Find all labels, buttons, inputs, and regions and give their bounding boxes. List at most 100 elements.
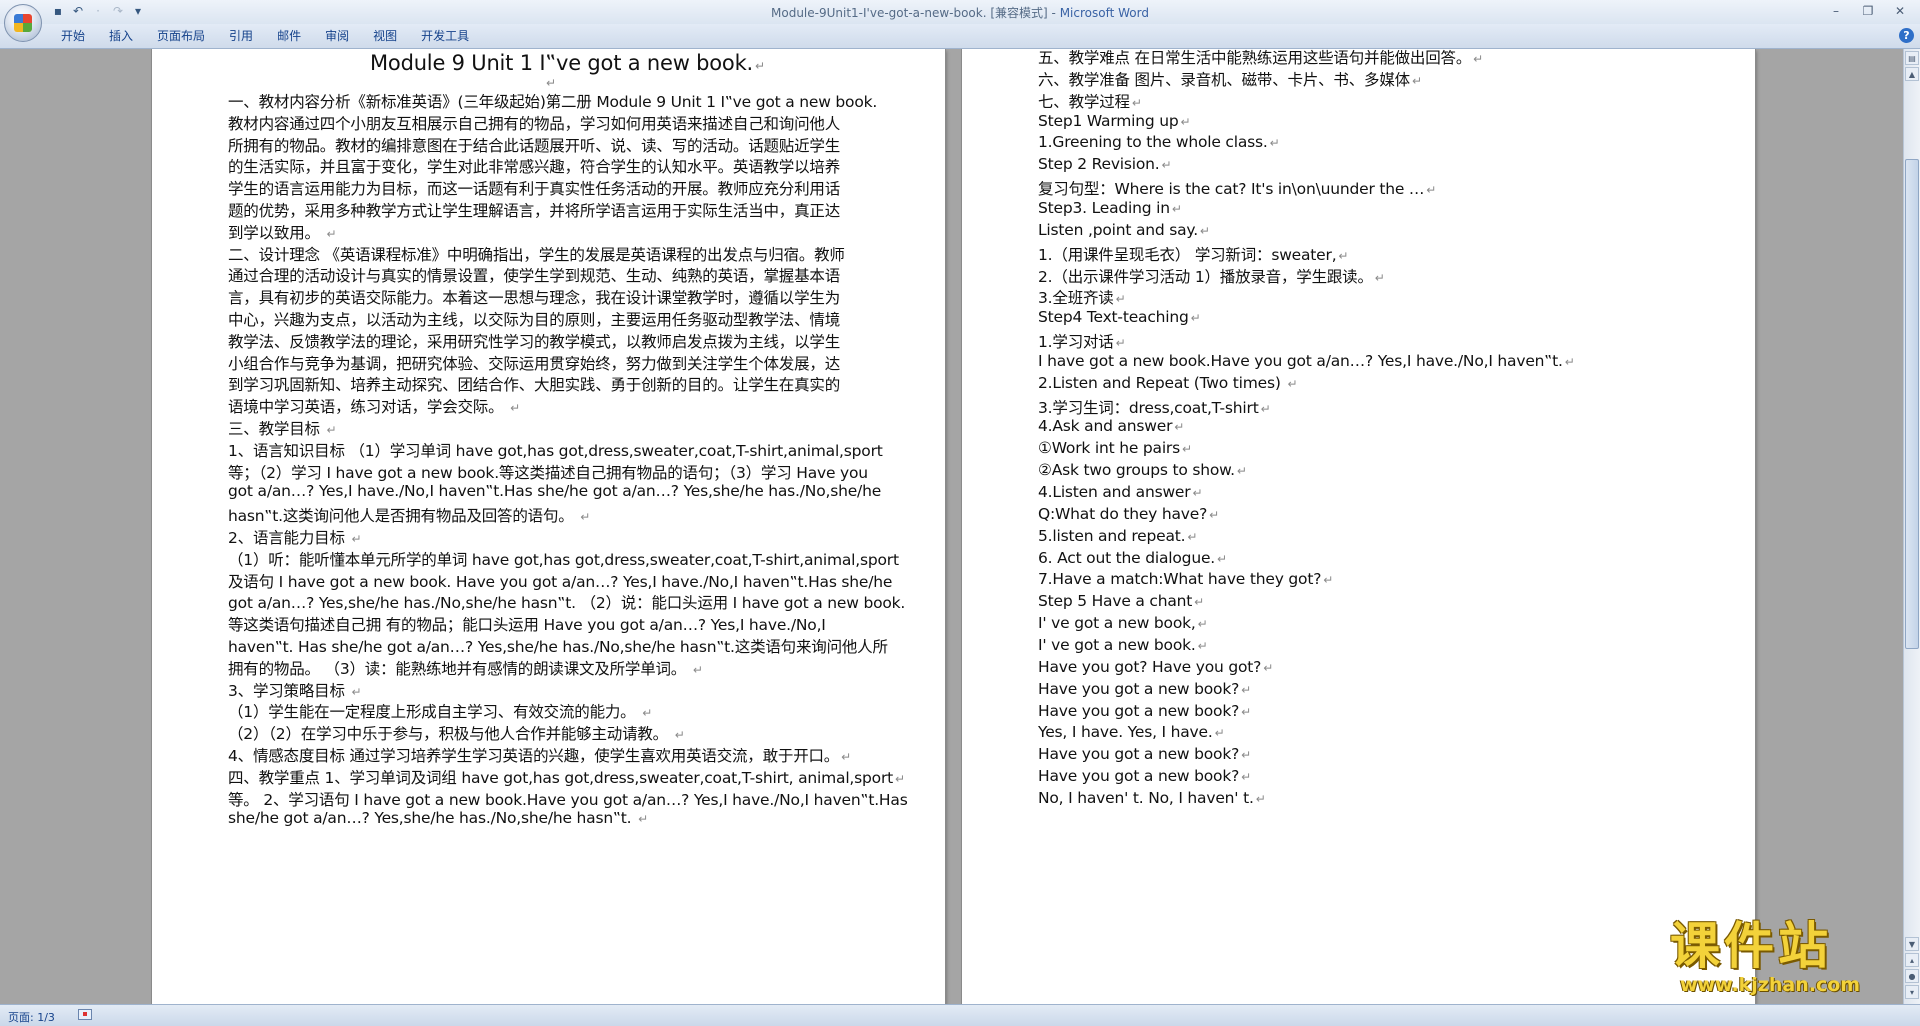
close-icon[interactable]: ✕ [1886,2,1914,20]
line-text: 2.（出示课件学习活动 1）播放录音，学生跟读。 [1038,267,1373,286]
line-text: Have you got a new book? [1038,767,1240,786]
paragraph-mark-icon: ↵ [1236,464,1247,479]
document-line: 6. Act out the dialogue. ↵ [1038,549,1227,567]
document-line: 到学习巩固新知、培养主动探究、团结合作、大胆实践、勇于创新的目的。让学生在真实的 [228,373,840,395]
title-bar: ▪ ↶ · ↷ ▾ Module-9Unit1-I've-got-a-new-book.… [0,0,1920,42]
paragraph-mark-icon: ↵ [326,423,337,437]
line-text: 1、语言知识目标 （1）学习单词 have got,has got,dress,… [228,441,883,460]
document-line: 所拥有的物品。教材的编排意图在于结合此话题展开听、说、读、写的活动。话题贴近学生 [228,134,840,156]
paragraph-mark-icon: ↵ [1197,638,1208,653]
document-page-2[interactable]: 五、教学难点 在日常生活中能熟练运用这些语句并能做出回答。 ↵ 六、教学准备 图片、… [962,49,1755,1004]
line-text: 一、教材内容分析《新标准英语》(三年级起始)第二册 Module 9 Unit … [228,93,878,111]
line-text: 语境中学习英语，练习对话，学会交际。 [228,398,509,417]
scroll-up-icon[interactable]: ▲ [1905,67,1919,81]
document-line: 5.listen and repeat. ↵ [1038,527,1197,545]
scrollbar-thumb[interactable] [1905,159,1919,649]
paragraph-mark-icon: ↵ [1174,420,1185,435]
paragraph-mark-icon: ↵ [1192,486,1203,500]
line-text: 教学法、反馈教学法的理论，采用研究性学习的教学模式，以教师启发点拨为主线，以学生 [228,332,841,351]
minimize-icon[interactable]: – [1822,2,1850,20]
paragraph-mark-icon: ↵ [1564,354,1575,369]
paragraph-mark-icon: ↵ [1199,223,1210,238]
line-text: 及语句 I have got a new book. Have you got … [228,572,893,591]
document-line: ↵ [544,73,556,91]
paragraph-mark-icon: ↵ [1269,136,1280,151]
document-line: 4.Ask and answer ↵ [1038,417,1184,435]
paragraph-mark-icon: ↵ [1323,573,1334,588]
paragraph-mark-icon: ↵ [510,401,520,416]
document-line: Module 9 Unit 1 I‟ve got a new book. ↵ [370,51,765,75]
maximize-icon[interactable]: ❐ [1854,2,1882,20]
document-line: hasn‟t.这类询问他人是否拥有物品及回答的语句。 ↵ [228,504,590,526]
paragraph-mark-icon: ↵ [1411,73,1422,88]
document-line: 四、教学重点 1、学习单词及词组 have got,has got,dress,… [228,766,905,788]
line-text: 五、教学难点 在日常生活中能熟练运用这些语句并能做出回答。 [1038,49,1472,67]
vertical-scrollbar[interactable]: ▤ ▲ ▼ ▴ ● ▾ [1903,49,1920,1004]
line-text: 六、教学准备 图片、录音机、磁带、卡片、书、多媒体 [1038,70,1410,89]
document-line: Step1 Warming up ↵ [1038,111,1191,130]
document-line: haven‟t. Has she/he got a/an…? Yes,she/h… [228,635,888,657]
line-text: 3.全班齐读 [1038,289,1114,308]
line-text: 七、教学过程 [1038,92,1130,111]
document-line: （1）听：能听懂本单元所学的单词 have got,has got,dress,… [228,548,899,570]
paragraph-mark-icon: ↵ [1214,726,1225,741]
paragraph-mark-icon: ↵ [1241,682,1251,697]
line-text: I' ve got a new book, [1038,614,1196,633]
document-line: 1.（用课件呈现毛衣） 学习新词：sweater, ↵ [1038,243,1348,265]
document-line: 的生活实际，并且富于变化，学生对此非常感兴趣，符合学生的认知水平。英语教学以培养 [228,155,840,177]
document-line: Have you got a new book? ↵ [1038,680,1251,698]
office-button[interactable] [4,4,42,42]
line-text: 1.Greening to the whole class. [1038,133,1268,152]
line-text: 四、教学重点 1、学习单词及词组 have got,has got,dress,… [228,768,893,787]
line-text: ②Ask two groups to show. [1038,461,1235,480]
page-indicator[interactable]: 页面: 1/3 [8,1009,55,1025]
paragraph-mark-icon: ↵ [1217,551,1227,566]
line-text: Module 9 Unit 1 I‟ve got a new book. [370,51,754,75]
paragraph-mark-icon: ↵ [1115,292,1126,307]
paragraph-mark-icon: ↵ [1287,376,1298,391]
window-title: Module-9Unit1-I've-got-a-new-book. [兼容模式… [0,4,1920,21]
document-line: I have got a new book.Have you got a/an…… [1038,352,1575,370]
paragraph-mark-icon: ↵ [692,662,703,677]
line-text: 等。 2、学习语句 I have got a new book.Have you… [228,790,908,809]
ribbon-tab[interactable]: 开发工具 [409,24,481,48]
line-text: 的生活实际，并且富于变化，学生对此非常感兴趣，符合学生的认知水平。英语教学以培养 [228,158,841,177]
ruler-toggle-icon[interactable]: ▤ [1905,51,1919,65]
line-text: Have you got a new book? [1038,701,1240,720]
line-text: 3.学习生词：dress,coat,T-shirt [1038,398,1259,417]
paragraph-mark-icon: ↵ [1255,791,1266,806]
document-line: 复习句型：Where is the cat? It's in\on\uunder… [1038,177,1436,199]
help-icon[interactable]: ? [1899,28,1914,43]
proofing-icon[interactable] [78,1009,92,1020]
watermark-logo-text: 课件站 [1670,917,1832,975]
paragraph-mark-icon: ↵ [351,532,362,546]
line-text: Step3. Leading in [1038,198,1170,217]
ribbon-tabs: 开始 插入 页面布局 引用 邮件 审阅 视图 开发工具 [54,24,481,48]
paragraph-mark-icon: ↵ [351,684,362,699]
ribbon-tab[interactable]: 审阅 [313,24,361,48]
paragraph-mark-icon: ↵ [1473,52,1483,66]
paragraph-mark-icon: ↵ [1241,770,1251,785]
line-text: 3、学习策略目标 [228,681,350,700]
ribbon-tab[interactable]: 插入 [97,24,145,48]
document-title: Module-9Unit1-I've-got-a-new-book. [兼容模式… [771,6,1060,20]
document-page-1[interactable]: Module 9 Unit 1 I‟ve got a new book. ↵ ↵ 一、… [152,49,945,1004]
document-line: 二、设计理念 《英语课程标准》中明确指出，学生的发展是英语课程的出发点与归宿。教… [228,243,845,265]
ribbon-tab[interactable]: 邮件 [265,24,313,48]
line-text: Yes, I have. Yes, I have. [1038,723,1213,742]
line-text: 二、设计理念 《英语课程标准》中明确指出，学生的发展是英语课程的出发点与归宿。教… [228,245,845,264]
document-line: 五、教学难点 在日常生活中能熟练运用这些语句并能做出回答。 ↵ [1038,49,1483,68]
line-text: 1.（用课件呈现毛衣） 学习新词：sweater, [1038,245,1337,264]
line-text: Step 5 Have a chant [1038,592,1193,611]
line-text: Step1 Warming up [1038,111,1179,130]
document-line: 3.全班齐读 ↵ [1038,286,1126,308]
line-text: 4、情感态度目标 通过学习培养学生学习英语的兴趣，使学生喜欢用英语交流，敢于开口… [228,747,840,765]
ribbon-tab[interactable]: 开始 [54,24,97,48]
paragraph-mark-icon: ↵ [1182,442,1192,457]
ribbon-tab[interactable]: 页面布局 [145,24,217,48]
window-controls: – ❐ ✕ [1822,2,1914,20]
document-line: 教材内容通过四个小朋友互相展示自己拥有的物品，学习如何用英语来描述自己和询问他人 [228,112,840,134]
ribbon-tab[interactable]: 视图 [361,24,409,48]
paragraph-mark-icon: ↵ [1194,595,1205,610]
ribbon-tab[interactable]: 引用 [217,24,265,48]
